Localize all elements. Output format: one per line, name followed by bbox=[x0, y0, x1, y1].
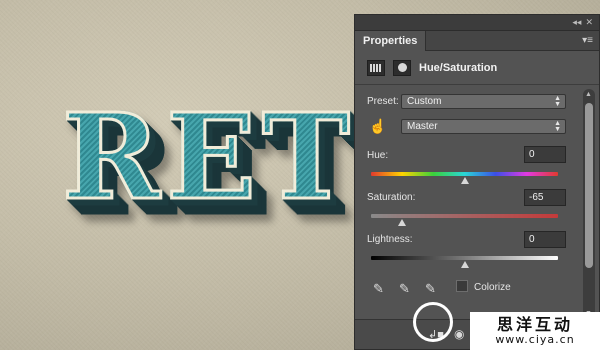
collapse-icon[interactable]: ◂◂ bbox=[572, 17, 581, 28]
hue-label: Hue: bbox=[367, 150, 389, 161]
adjustment-title: Hue/Saturation bbox=[419, 61, 498, 74]
hand-icon[interactable]: ☝ bbox=[369, 118, 386, 135]
channel-dropdown[interactable]: Master ▲ ▼ bbox=[401, 119, 566, 134]
adjustment-header: Hue/Saturation bbox=[355, 51, 599, 85]
lightness-slider-thumb[interactable] bbox=[461, 261, 469, 268]
eyedropper-icon[interactable]: ✎ bbox=[373, 281, 384, 297]
scroll-thumb[interactable] bbox=[585, 103, 593, 268]
panel-menu-icon[interactable]: ▾≡ bbox=[582, 35, 593, 46]
chevron-updown-icon: ▲ ▼ bbox=[554, 94, 561, 108]
eyedropper-minus-icon[interactable]: ✎ bbox=[425, 281, 436, 297]
panel-topbar: ◂◂ ✕ bbox=[355, 15, 599, 31]
lightness-input[interactable]: 0 bbox=[524, 231, 566, 248]
tab-row: Properties ▾≡ bbox=[355, 30, 599, 51]
close-icon[interactable]: ✕ bbox=[585, 17, 593, 28]
preset-dropdown[interactable]: Custom ▲ ▼ bbox=[401, 94, 566, 109]
channel-value: Master bbox=[407, 121, 438, 132]
preset-label: Preset: bbox=[367, 96, 399, 107]
saturation-slider-thumb[interactable] bbox=[398, 219, 406, 226]
properties-panel: ◂◂ ✕ Properties ▾≡ Hue/Saturation Preset… bbox=[354, 14, 600, 350]
hue-slider-thumb[interactable] bbox=[461, 177, 469, 184]
watermark-name: 思洋互动 bbox=[496, 314, 573, 334]
tab-properties[interactable]: Properties bbox=[355, 30, 427, 51]
panel-scrollbar[interactable]: ▲ ▼ bbox=[583, 89, 595, 319]
lightness-slider[interactable] bbox=[371, 256, 558, 260]
saturation-input[interactable]: -65 bbox=[524, 189, 566, 206]
scroll-up-icon[interactable]: ▲ bbox=[585, 91, 592, 98]
eyedropper-plus-icon[interactable]: ✎ bbox=[399, 281, 410, 297]
hue-slider[interactable] bbox=[371, 172, 558, 176]
saturation-slider[interactable] bbox=[371, 214, 558, 218]
adjustment-layer-icon[interactable] bbox=[367, 59, 385, 76]
colorize-checkbox[interactable] bbox=[456, 280, 468, 292]
mask-icon[interactable] bbox=[393, 59, 411, 76]
highlight-circle bbox=[413, 302, 453, 342]
chevron-updown-icon: ▲ ▼ bbox=[554, 119, 561, 133]
colorize-label: Colorize bbox=[474, 282, 511, 293]
hue-input[interactable]: 0 bbox=[524, 146, 566, 163]
watermark: 思洋互动 www.ciya.cn bbox=[470, 312, 600, 350]
preset-value: Custom bbox=[407, 96, 442, 107]
watermark-url: www.ciya.cn bbox=[495, 332, 575, 346]
eye-icon[interactable]: ◉ bbox=[454, 327, 464, 341]
saturation-label: Saturation: bbox=[367, 192, 416, 203]
retro-text-artwork: RET bbox=[61, 87, 356, 226]
lightness-label: Lightness: bbox=[367, 234, 413, 245]
